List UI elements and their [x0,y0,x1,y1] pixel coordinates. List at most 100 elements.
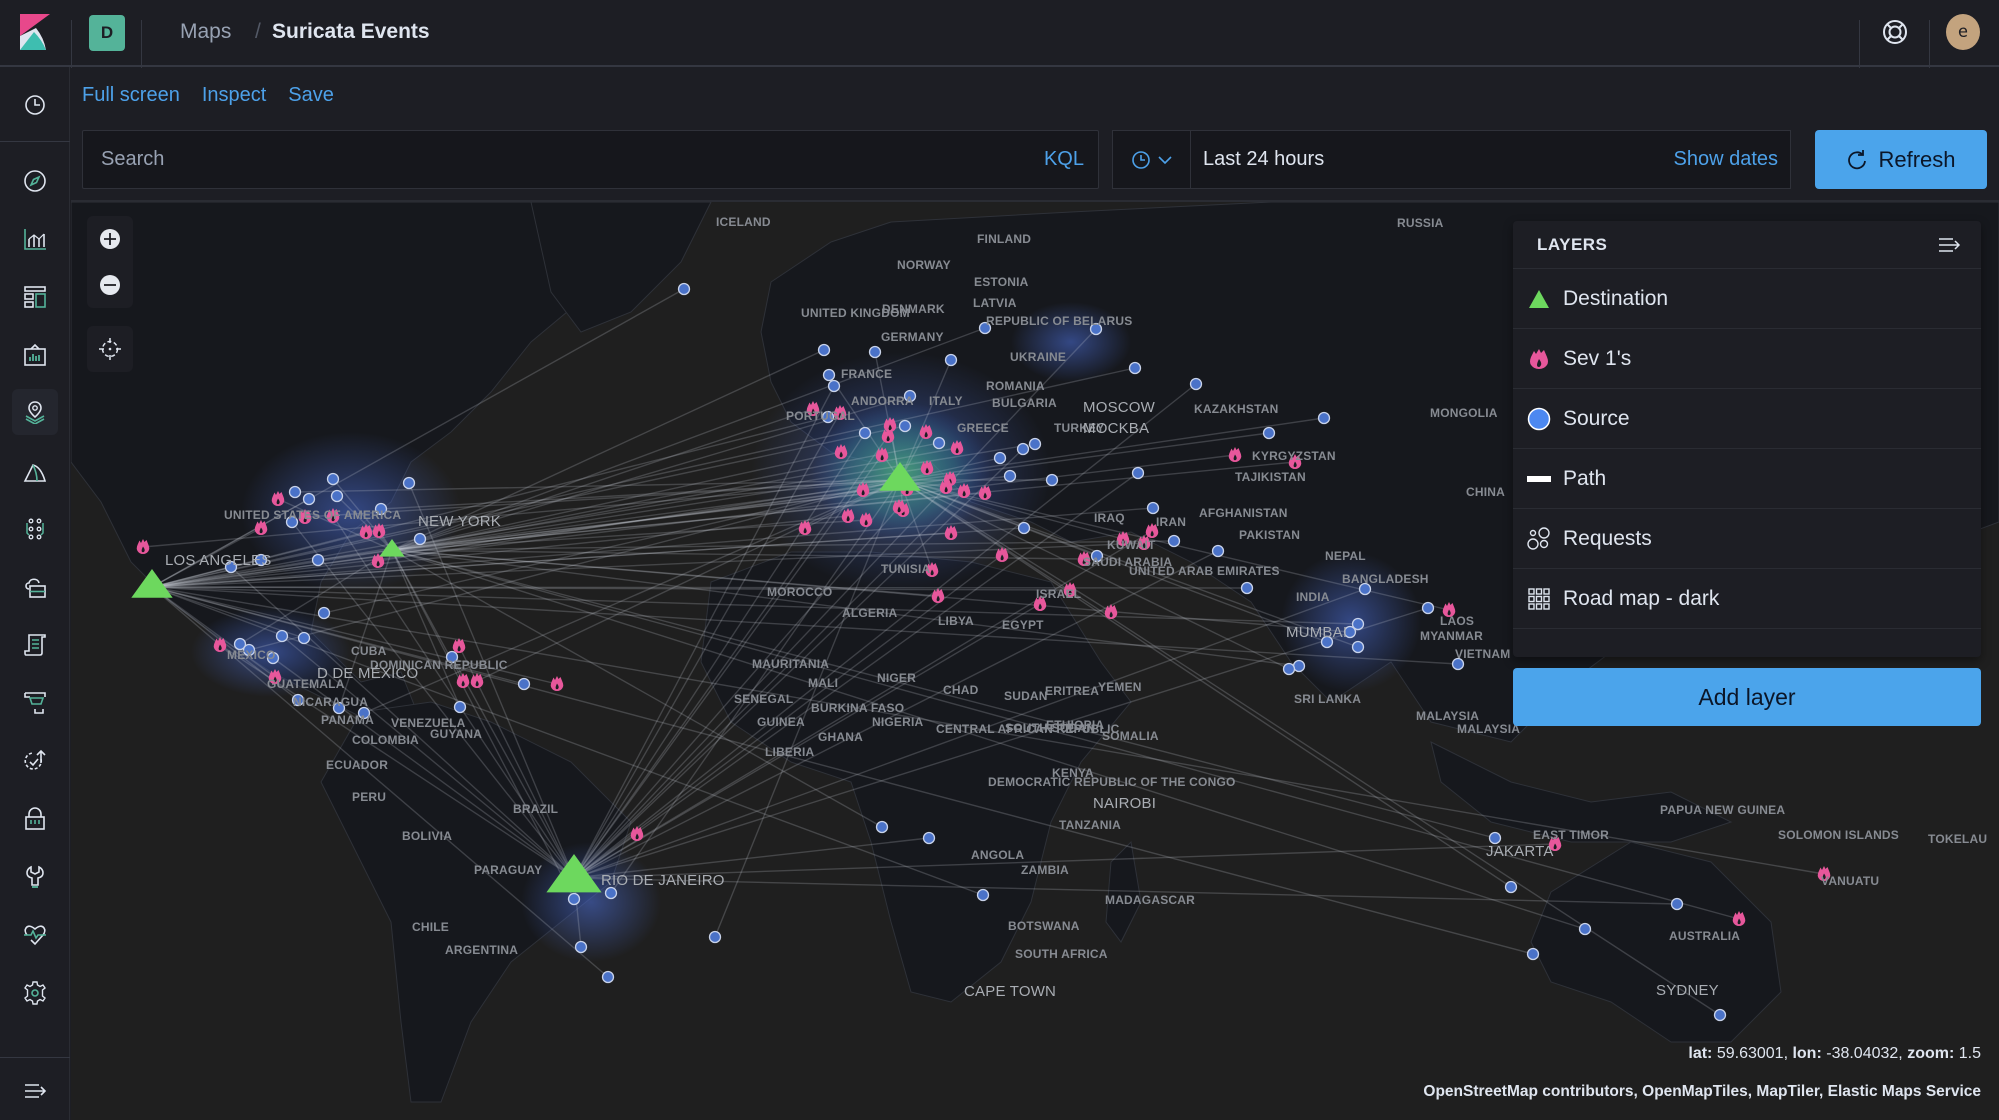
collapse-icon [25,1084,47,1098]
nav-recently-viewed[interactable] [17,87,53,123]
breadcrumb-maps[interactable]: Maps [180,20,231,44]
country-label: INDIA [1296,590,1330,604]
compass-icon [24,170,46,192]
country-label: PAPUA NEW GUINEA [1660,803,1786,817]
source-point [708,930,722,944]
country-label: UNITED ARAB EMIRATES [1129,564,1280,578]
country-label: LIBERIA [765,745,815,759]
country-label: RUSSIA [1397,216,1444,230]
lock-icon [25,807,45,830]
date-picker: Last 24 hours Show dates [1112,130,1791,189]
refresh-button[interactable]: Refresh [1815,130,1987,189]
country-label: MONGOLIA [1430,406,1498,420]
nav-canvas[interactable] [17,337,53,373]
layer-path[interactable]: Path [1513,449,1981,509]
nav-dev-tools[interactable] [17,859,53,895]
country-label: MALAYSIA [1457,722,1521,736]
layers-title: LAYERS [1537,235,1608,254]
country-label: NEPAL [1325,549,1366,563]
country-label: GHANA [818,730,863,744]
search-placeholder: Search [101,148,165,170]
country-label: ETHIOPIA [1046,718,1105,732]
nav-dashboard[interactable] [17,279,53,315]
nav-apm[interactable] [17,627,53,663]
kql-language-toggle[interactable]: KQL [1044,148,1084,171]
nav-infrastructure[interactable] [17,511,53,547]
dashboard-icon [24,286,46,308]
country-label: ZAMBIA [1021,863,1069,877]
nav-divider [0,141,70,142]
country-label: KAZAKHSTAN [1194,402,1279,416]
search-input[interactable]: Search KQL [82,130,1099,189]
refresh-icon [1848,149,1867,169]
nav-logs[interactable] [17,569,53,605]
save-link[interactable]: Save [288,84,334,107]
indonesia-land [1430,741,1733,843]
nav-siem[interactable] [17,743,53,779]
country-label: SOUTH AFRICA [1015,947,1108,961]
country-label: MAURITANIA [752,657,830,671]
kibana-logo-icon[interactable] [18,14,50,50]
city-label: SYDNEY [1656,982,1719,999]
map-attribution[interactable]: OpenStreetMap contributors, OpenMapTiles… [1423,1083,1981,1101]
collapse-panel-icon[interactable] [1937,235,1961,255]
city-label: RIO DE JANEIRO [601,872,725,889]
sev1-flame-marker [630,826,644,841]
country-label: MADAGASCAR [1105,893,1195,907]
nav-uptime[interactable] [17,685,53,721]
country-label: BOTSWANA [1008,919,1080,933]
nav-discover[interactable] [17,163,53,199]
full-screen-link[interactable]: Full screen [82,84,180,107]
bubbles-icon [1527,526,1550,550]
space-selector-button[interactable]: D [89,15,125,51]
source-point [1045,473,1059,487]
source-point [677,282,691,296]
source-point [993,451,1007,465]
country-label: ITALY [929,394,963,408]
nav-monitoring[interactable] [17,917,53,953]
nav-security[interactable] [17,801,53,837]
country-label: LATVIA [973,296,1017,310]
set-view-button[interactable] [87,326,133,372]
source-point [1017,521,1031,535]
nav-management[interactable] [17,975,53,1011]
time-range-value[interactable]: Last 24 hours [1203,148,1324,171]
layer-destination[interactable]: Destination [1513,269,1981,329]
nav-machine-learning[interactable] [17,453,53,489]
source-point [1240,581,1254,595]
lon-label: lon: [1792,1045,1822,1062]
source-point [297,631,311,645]
country-label: TANZANIA [1059,818,1122,832]
layer-sev1s[interactable]: Sev 1's [1513,329,1981,389]
layer-label: Requests [1563,526,1652,550]
source-point [453,700,467,714]
country-label: UKRAINE [1010,350,1067,364]
zoom-in-button[interactable] [87,216,133,262]
country-label: BRAZIL [513,802,559,816]
layer-road-map-dark[interactable]: Road map - dark [1513,569,1981,629]
quick-select-button[interactable] [1113,131,1191,188]
nav-collapse[interactable] [17,1073,53,1109]
add-layer-button[interactable]: Add layer [1513,668,1981,726]
map-actions: Full screen Inspect Save [82,84,334,107]
show-dates-link[interactable]: Show dates [1673,148,1778,171]
help-lifebuoy-icon[interactable] [1880,17,1910,47]
sev1-flame-marker [1104,604,1118,619]
layer-requests[interactable]: Requests [1513,509,1981,569]
nav-visualize[interactable] [17,221,53,257]
country-label: DEMOCRATIC REPUBLIC OF THE CONGO [988,775,1236,789]
city-label: NAIROBI [1093,795,1157,812]
nav-maps[interactable] [12,389,58,435]
siem-icon [24,749,46,770]
country-label: GREECE [957,421,1009,435]
inspect-link[interactable]: Inspect [202,84,266,107]
source-point [1282,662,1296,676]
country-label: SOMALIA [1102,729,1159,743]
layer-source[interactable]: Source [1513,389,1981,449]
source-point [822,368,836,382]
city-label: MOCKBA [1083,420,1150,437]
user-avatar[interactable]: e [1946,14,1980,50]
source-point [302,492,316,506]
country-label: UNITED STATES OF AMERICA [224,508,402,522]
zoom-out-button[interactable] [87,262,133,308]
